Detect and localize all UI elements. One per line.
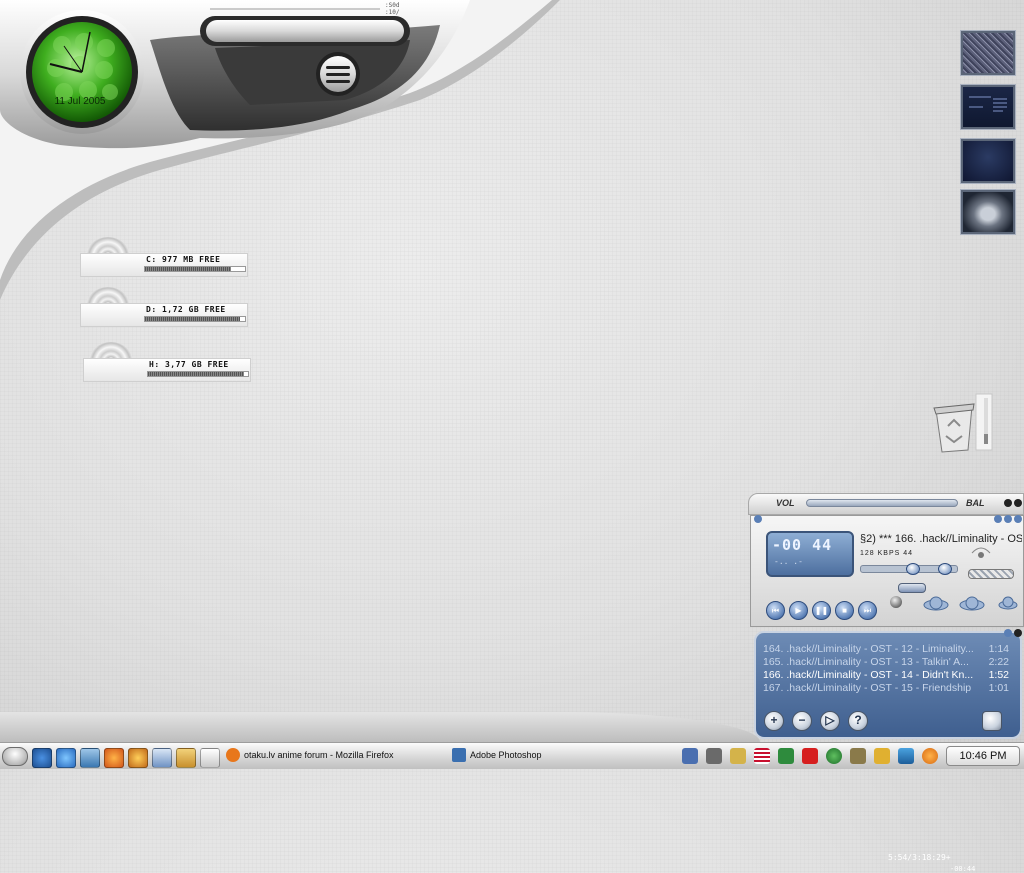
playlist-item-title: 167. .hack//Liminality - OST - 15 - Frie… <box>763 682 972 694</box>
drive-meter-d[interactable]: D: 1,72 GB FREE <box>80 287 250 329</box>
playlist-minimize-icon[interactable] <box>1004 629 1012 637</box>
drive-meter-h[interactable]: H: 3,77 GB FREE <box>83 342 253 384</box>
clock-widget-date: 11 Jul 2005 <box>54 96 106 107</box>
phone-tray-icon[interactable] <box>850 748 866 764</box>
playlist-item[interactable]: 166. .hack//Liminality - OST - 14 - Didn… <box>763 669 1009 681</box>
globe-tray-icon[interactable] <box>826 748 842 764</box>
drive-usage-bar <box>147 371 249 377</box>
playlist-item-duration: 1:14 <box>988 643 1009 655</box>
playlist-item-duration: 1:01 <box>988 682 1009 694</box>
svg-text::S0d: :S0d <box>385 2 400 9</box>
bitrate-info: 128 KBPS 44 <box>860 550 914 557</box>
volume-tray-icon[interactable] <box>730 748 746 764</box>
time-display[interactable]: -00 44 -.. .- <box>766 531 854 577</box>
playlist-item[interactable]: 167. .hack//Liminality - OST - 15 - Frie… <box>763 682 1009 694</box>
eject-button[interactable] <box>890 596 902 608</box>
drive-label: D: 1,72 GB FREE <box>146 305 226 314</box>
internet-explorer-icon[interactable] <box>56 748 76 768</box>
folder-icon[interactable] <box>152 748 172 768</box>
photoshop-icon <box>452 748 466 762</box>
computer-icon[interactable] <box>80 748 100 768</box>
desktop-thumbnail-text[interactable] <box>961 85 1015 129</box>
antenna-icon <box>971 547 991 558</box>
volume-balance-slider[interactable] <box>806 499 958 507</box>
stop-button[interactable]: ■ <box>835 601 854 620</box>
remaining-time: -00:44 <box>950 865 976 873</box>
volume-label: VOL <box>776 498 795 508</box>
desktop-skin-bottom <box>0 712 760 742</box>
play-button[interactable]: ▶ <box>789 601 808 620</box>
select-button[interactable]: ▷ <box>820 711 840 731</box>
update-tray-icon[interactable] <box>922 748 938 764</box>
drive-usage-bar <box>144 316 246 322</box>
svg-text::10/: :10/ <box>385 9 400 16</box>
add-button[interactable]: + <box>764 711 784 731</box>
playlist-item-title: 166. .hack//Liminality - OST - 14 - Didn… <box>763 669 974 681</box>
playlist-item-duration: 2:22 <box>988 656 1009 668</box>
drive-label: H: 3,77 GB FREE <box>149 360 229 369</box>
remove-button[interactable]: − <box>792 711 812 731</box>
list-options-button[interactable] <box>982 711 1002 731</box>
taskbar: otaku.lv anime forum - Mozilla Firefox A… <box>0 742 1024 769</box>
pause-button[interactable]: ❚❚ <box>812 601 831 620</box>
notepad-icon[interactable] <box>200 748 220 768</box>
media-player: VOL BAL -00 44 -.. .- §2) *** 166. .hack… <box>748 493 1024 873</box>
playlist-item[interactable]: 165. .hack//Liminality - OST - 13 - Talk… <box>763 656 1009 668</box>
close-icon[interactable] <box>1014 499 1022 507</box>
desktop-thumbnail-dark[interactable] <box>961 139 1015 183</box>
next-button[interactable]: ⏭ <box>858 601 877 620</box>
desktop-thumbnail-static[interactable] <box>961 31 1015 75</box>
drive-label: C: 977 MB FREE <box>146 255 221 264</box>
previous-button[interactable]: ⏮ <box>766 601 785 620</box>
network-tray-icon[interactable] <box>682 748 698 764</box>
media-icon[interactable] <box>128 748 148 768</box>
language-flag-icon[interactable] <box>754 748 770 764</box>
misc-button[interactable]: ? <box>848 711 868 731</box>
options-icon[interactable] <box>754 515 762 523</box>
desktop-icon[interactable] <box>32 748 52 768</box>
window-minimize-icon[interactable] <box>1004 515 1012 523</box>
taskbar-clock[interactable]: 10:46 PM <box>946 746 1020 766</box>
antivirus-tray-icon[interactable] <box>802 748 818 764</box>
desktop-thumbnail-photo[interactable] <box>961 190 1015 234</box>
taskbar-button-photoshop[interactable]: Adobe Photoshop <box>452 746 672 766</box>
tools-icon[interactable] <box>176 748 196 768</box>
volume-handle[interactable] <box>938 563 952 575</box>
window-close-icon[interactable] <box>1014 515 1022 523</box>
song-title-ticker: §2) *** 166. .hack//Liminality - OST <box>860 533 1022 545</box>
playlist-item-duration: 1:52 <box>988 669 1009 681</box>
minimize-icon[interactable] <box>1004 499 1012 507</box>
nvidia-tray-icon[interactable] <box>778 748 794 764</box>
elapsed-time: -00 44 <box>772 536 833 554</box>
printer-tray-icon[interactable] <box>706 748 722 764</box>
pencil-tray-icon[interactable] <box>874 748 890 764</box>
taskbar-button-firefox[interactable]: otaku.lv anime forum - Mozilla Firefox <box>226 746 446 766</box>
firefox-icon <box>226 748 240 762</box>
playlist-total-time: 5:54/3:18:29+ <box>888 853 951 862</box>
start-button[interactable] <box>2 747 28 766</box>
drive-usage-bar <box>144 266 246 272</box>
firefox-icon[interactable] <box>104 748 124 768</box>
drive-meter-c[interactable]: C: 977 MB FREE <box>80 237 250 279</box>
playlist-item[interactable]: 164. .hack//Liminality - OST - 12 - Limi… <box>763 643 1009 655</box>
playlist-close-icon[interactable] <box>1014 629 1022 637</box>
seek-handle[interactable] <box>906 563 920 575</box>
shade-icon[interactable] <box>994 515 1002 523</box>
shuffle-repeat-icons[interactable] <box>922 589 1022 619</box>
text-screen-icon <box>969 96 1007 112</box>
balance-label: BAL <box>966 498 985 508</box>
recycle-bin-icon[interactable] <box>926 392 994 454</box>
equalizer-toggle[interactable] <box>968 569 1014 579</box>
playlist-item-title: 165. .hack//Liminality - OST - 13 - Talk… <box>763 656 969 668</box>
messenger-tray-icon[interactable] <box>898 748 914 764</box>
playlist-item-title: 164. .hack//Liminality - OST - 12 - Limi… <box>763 643 974 655</box>
